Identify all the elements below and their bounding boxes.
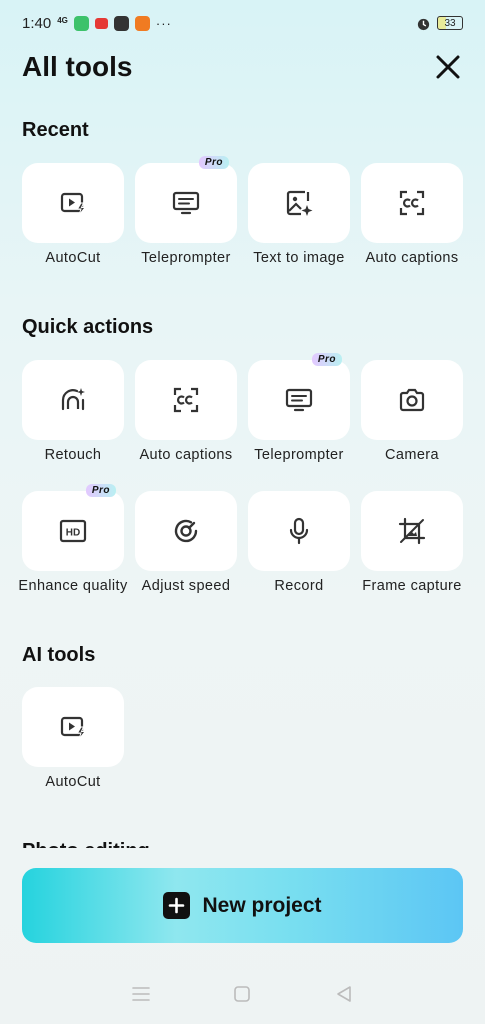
tool-label: Camera [385,447,439,463]
tool-label: Teleprompter [254,447,344,463]
svg-text:HD: HD [66,528,80,539]
alarm-icon [417,18,430,30]
section-title-ai-tools: AI tools [22,644,96,666]
autocut-icon [60,192,87,216]
tool-label: AutoCut [45,774,101,790]
tool-auto-captions[interactable]: Auto captions [135,360,237,464]
section-title-recent: Recent [22,119,89,141]
section-title-photo-editing: Photo editing [22,838,150,848]
battery-icon: 33 [437,16,463,30]
tool-card[interactable] [361,360,463,440]
tool-label: Retouch [44,447,102,463]
tool-teleprompter[interactable]: Pro Teleprompter [135,156,237,267]
teleprompter-icon [172,191,200,215]
network-indicator: 4G [57,16,68,25]
tool-auto-captions[interactable]: Auto captions [361,163,463,267]
tool-card[interactable] [22,687,124,767]
more-notifications-icon: ··· [155,15,172,31]
home-icon[interactable] [231,983,253,1005]
teleprompter-icon [285,388,313,412]
system-nav-bar [0,974,485,1014]
tool-label: Frame capture [362,578,462,594]
orange-app-icon [134,15,150,31]
tool-autocut[interactable]: AutoCut [22,163,124,267]
tool-record[interactable]: Record [248,491,350,595]
battery-level: 33 [444,17,456,29]
page-title: All tools [22,51,133,82]
speed-icon [174,519,198,543]
calendar-app-icon [113,15,129,31]
new-project-button[interactable]: New project [22,868,463,943]
tool-text-to-image[interactable]: Text to image [248,163,350,267]
tool-card[interactable] [248,491,350,571]
tool-card[interactable] [361,491,463,571]
youtube-app-icon [94,17,108,29]
tool-card[interactable]: Pro [135,156,237,243]
tool-card[interactable]: Pro HD [22,484,124,571]
tool-camera[interactable]: Camera [361,360,463,464]
captions-icon [173,387,199,413]
tool-retouch[interactable]: Retouch [22,360,124,464]
tool-card[interactable] [361,163,463,243]
tool-card[interactable] [135,491,237,571]
plus-icon [163,892,191,919]
tool-card[interactable] [248,163,350,243]
captions-icon [399,190,425,216]
tool-label: Record [274,578,324,594]
tool-label: Teleprompter [141,250,231,266]
camera-icon [399,388,425,412]
tool-label: Enhance quality [18,578,128,594]
tool-card[interactable] [22,360,124,440]
pro-badge: Pro [311,353,342,366]
tool-adjust-speed[interactable]: Adjust speed [135,491,237,595]
pro-badge: Pro [198,156,229,169]
tool-label: AutoCut [45,250,101,266]
header: All tools [22,48,463,88]
close-icon[interactable] [433,52,463,82]
tool-enhance-quality[interactable]: Pro HD Enhance quality [18,484,127,595]
tool-teleprompter[interactable]: Pro Teleprompter [248,353,350,464]
status-bar: 1:40 4G ··· 33 [0,0,485,46]
new-project-label: New project [202,893,322,917]
tool-card[interactable]: Pro [248,353,350,440]
text-to-image-icon [286,190,313,216]
tool-label: Text to image [253,250,345,266]
tool-card[interactable] [22,163,124,243]
microphone-icon [289,517,309,545]
chat-app-icon [73,15,89,31]
hd-icon: HD [59,519,87,543]
pro-badge: Pro [85,484,116,497]
menu-icon[interactable] [130,983,152,1005]
status-time: 1:40 [22,14,52,32]
retouch-icon [61,388,85,411]
tool-label: Adjust speed [141,578,231,594]
tool-card[interactable] [135,360,237,440]
tool-label: Auto captions [365,250,459,266]
autocut-icon [60,716,87,740]
tool-label: Auto captions [139,447,233,463]
tool-autocut[interactable]: AutoCut [22,687,124,791]
section-title-quick-actions: Quick actions [22,316,154,338]
frame-capture-icon [398,517,426,545]
back-icon[interactable] [333,983,355,1005]
tool-frame-capture[interactable]: Frame capture [361,491,463,595]
